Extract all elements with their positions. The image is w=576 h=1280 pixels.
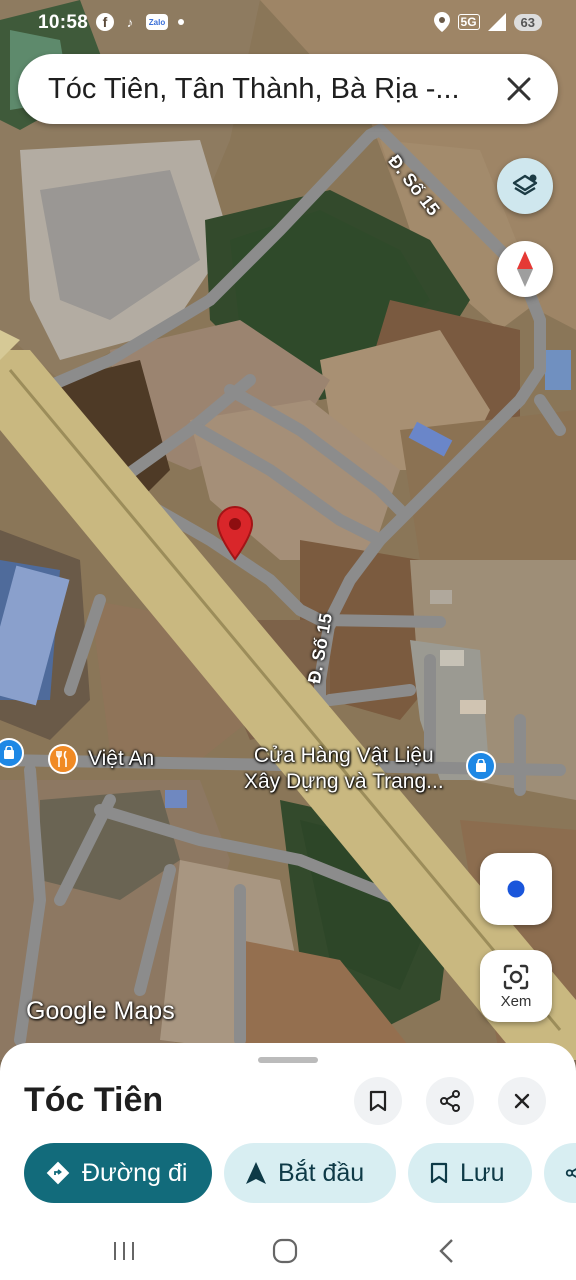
share-icon: [565, 1168, 576, 1178]
more-notifications-dot: [178, 19, 184, 25]
save-icon-button[interactable]: [354, 1077, 402, 1125]
recent-apps-icon: [114, 1242, 134, 1260]
zalo-icon: Zalo: [146, 14, 168, 30]
store-label[interactable]: Cửa Hàng Vật Liệu Xây Dựng và Trang...: [244, 743, 444, 795]
system-navigation-bar: [0, 1223, 576, 1280]
drag-handle[interactable]: [258, 1057, 318, 1063]
signal-icon: [487, 13, 506, 31]
tiktok-icon: ♪: [126, 14, 134, 30]
restaurant-icon: [56, 751, 67, 767]
clock: 10:58: [38, 12, 89, 33]
save-label: Lưu: [460, 1158, 505, 1187]
back-button[interactable]: [424, 1231, 468, 1271]
system-icons: 5G 63: [433, 12, 542, 32]
share-icon: [440, 1090, 460, 1112]
place-bottom-sheet[interactable]: Tóc Tiên Đường đi Bắt đầu Lưu: [0, 1043, 576, 1223]
network-indicator: 5G: [457, 14, 480, 30]
status-bar: 10:58 f ♪ Zalo 5G 63: [0, 0, 576, 48]
my-location-icon: [504, 877, 528, 901]
google-maps-watermark: Google Maps: [26, 997, 175, 1025]
compass-icon: [517, 251, 533, 287]
location-icon: [433, 12, 450, 32]
compass-button[interactable]: [497, 241, 553, 297]
bookmark-icon: [369, 1090, 387, 1112]
recent-apps-button[interactable]: [102, 1231, 146, 1271]
place-title: Tóc Tiên: [24, 1081, 164, 1119]
layers-icon: [512, 174, 538, 196]
home-button[interactable]: [263, 1231, 307, 1271]
camera-lens-icon: [503, 964, 529, 989]
lens-label: Xem: [500, 992, 532, 1010]
start-chip[interactable]: Bắt đầu: [224, 1143, 396, 1203]
close-sheet-button[interactable]: [498, 1077, 546, 1125]
start-label: Bắt đầu: [278, 1158, 365, 1187]
close-icon[interactable]: [502, 72, 536, 106]
lens-button[interactable]: Xem: [480, 950, 552, 1022]
map-view[interactable]: 10:58 f ♪ Zalo 5G 63 Tóc Tiên, Tân Thành…: [0, 0, 576, 1060]
directions-chip[interactable]: Đường đi: [24, 1143, 212, 1203]
directions-icon: [46, 1161, 70, 1185]
back-icon: [439, 1239, 453, 1263]
shopping-bag-icon: [476, 759, 486, 772]
restaurant-marker[interactable]: [48, 744, 78, 774]
my-location-button[interactable]: [480, 853, 552, 925]
facebook-icon: f: [96, 13, 114, 31]
directions-label: Đường đi: [82, 1158, 188, 1187]
share-button[interactable]: [426, 1077, 474, 1125]
location-pin-icon[interactable]: [216, 505, 254, 561]
layers-button[interactable]: [497, 158, 553, 214]
shopping-bag-icon: [4, 746, 14, 759]
navigation-arrow-icon: [246, 1162, 266, 1184]
home-icon: [272, 1238, 298, 1264]
notification-icons: f ♪ Zalo: [96, 12, 184, 32]
close-icon: [514, 1093, 530, 1109]
share-chip[interactable]: [544, 1143, 576, 1203]
save-chip[interactable]: Lưu: [408, 1143, 532, 1203]
restaurant-label[interactable]: Việt An: [88, 747, 154, 771]
shop-marker-right[interactable]: [466, 751, 496, 781]
action-chips: Đường đi Bắt đầu Lưu: [24, 1143, 576, 1203]
battery-indicator: 63: [513, 13, 542, 31]
search-query[interactable]: Tóc Tiên, Tân Thành, Bà Rịa -...: [48, 73, 488, 106]
search-bar[interactable]: Tóc Tiên, Tân Thành, Bà Rịa -...: [18, 54, 558, 124]
bookmark-icon: [430, 1162, 448, 1184]
